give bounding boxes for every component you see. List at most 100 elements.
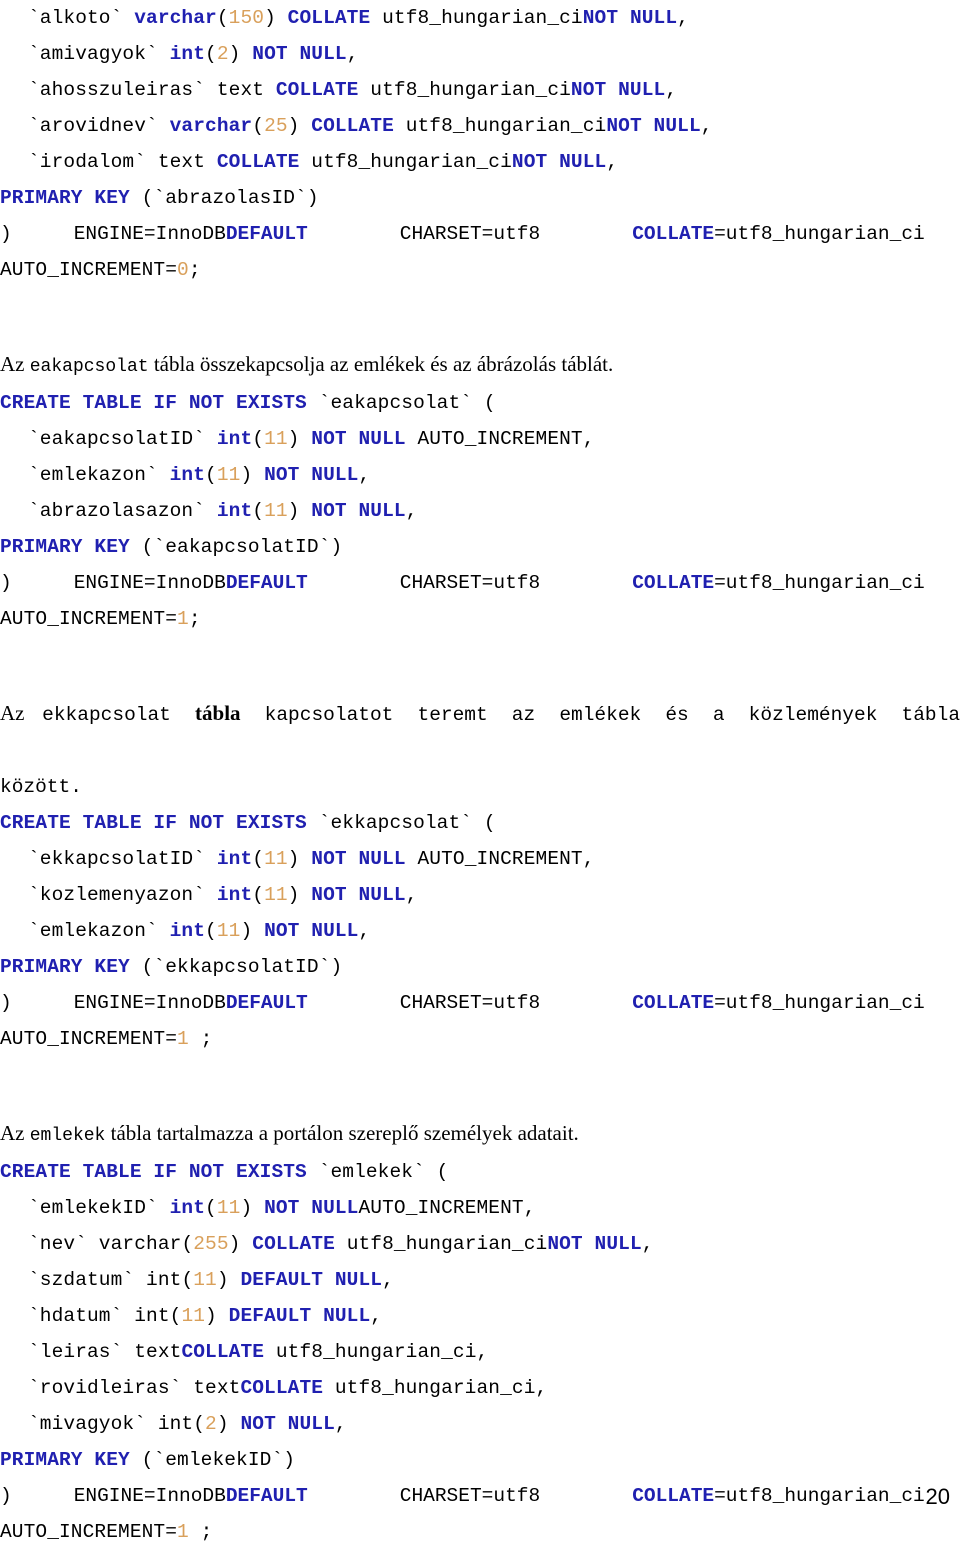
column-name: `leiras` text [28,1341,182,1363]
collate-keyword: COLLATE [632,1485,715,1507]
column-name: `nev` varchar [28,1233,182,1255]
auto-increment-label: AUTO_INCREMENT= [0,608,178,630]
column-name: `ekkapcsolatID` [28,848,217,870]
sql-line-eakapcsolatid: `eakapcsolatID` int(11) NOT NULL AUTO_IN… [0,421,960,457]
sql-type: int [216,848,253,870]
collate-keyword: COLLATE [632,223,715,245]
prose-prefix: Az [0,352,30,376]
primary-key-column: (`abrazolasID`) [129,187,319,209]
nullness-keyword: NOT NULL [264,920,359,942]
sql-type: int [216,500,253,522]
create-table-keyword: CREATE TABLE IF NOT EXISTS [0,1161,307,1183]
type-size: 11 [216,920,241,942]
sql-line-ekkapcsolatid: `ekkapcsolatID` int(11) NOT NULL AUTO_IN… [0,841,960,877]
sql-type: text [157,151,217,173]
comma: , [346,43,359,65]
default-keyword: DEFAULT [225,992,308,1014]
inline-code-table-name: eakapcsolat [29,357,149,377]
paren-close: ) [228,43,253,65]
sql-line-alkoto: `alkoto` varchar(150) COLLATE utf8_hunga… [0,0,960,36]
default-keyword: DEFAULT [225,1485,308,1507]
semicolon: ; [188,608,201,630]
comma: , [358,920,371,942]
charset-value: CHARSET=utf8 [399,572,541,594]
primary-key-keyword: PRIMARY KEY [0,1449,130,1471]
sql-type: int [216,428,253,450]
type-size: 11 [216,1197,241,1219]
sql-line-abrazolasazon: `abrazolasazon` int(11) NOT NULL, [0,493,960,529]
paren-close: ) [0,992,12,1014]
sql-line-rovidleiras: `rovidleiras` textCOLLATE utf8_hungarian… [0,1370,960,1406]
paragraph-eakapcsolat: Az eakapcsolat tábla összekapcsolja az e… [0,346,960,385]
default-keyword: DEFAULT [225,572,308,594]
prose-bold-word: tábla [195,701,241,725]
sql-line-irodalom: `irodalom` text COLLATE utf8_hungarian_c… [0,144,960,180]
charset-value: CHARSET=utf8 [399,223,541,245]
type-size: 11 [264,500,288,522]
comma: , [606,151,619,173]
collate-value: utf8_hungarian_ci, [264,1341,489,1363]
column-name: `amivagyok` [28,43,170,65]
collate-keyword: COLLATE [632,572,715,594]
paren-close: ) [287,848,312,870]
sql-line-nev: `nev` varchar(255) COLLATE utf8_hungaria… [0,1226,960,1262]
auto-increment-value: 1 [177,1028,189,1050]
comma: , [370,1305,383,1327]
sql-type: int [169,920,206,942]
collate-value: =utf8_hungarian_ci [714,1485,925,1507]
comma: , [405,884,418,906]
paren-close: ) [264,7,288,29]
engine-value: ENGINE=InnoDB [73,992,226,1014]
column-name: `emlekazon` [28,920,170,942]
collate-keyword: COLLATE [240,1377,324,1399]
paren-open: ( [216,7,229,29]
paren-close: ) [240,920,265,942]
paragraph-ekkapcsolat: Az ekkapcsolat tábla kapcsolatot teremt … [0,695,960,805]
prose-prefix: Az [0,701,43,725]
sql-line-emlekazon: `emlekazon` int(11) NOT NULL, [0,913,960,949]
paren-close: ) [216,1413,241,1435]
sql-line-emlekazon: `emlekazon` int(11) NOT NULL, [0,457,960,493]
prose-suffix: tábla tartalmazza a portálon szereplő sz… [105,1121,579,1145]
page-number: 20 [925,1484,950,1509]
sql-type: varchar [134,7,217,29]
sql-line-auto-increment: AUTO_INCREMENT=1; [0,601,960,637]
column-name: `rovidleiras` text [28,1377,241,1399]
collate-keyword: COLLATE [216,151,300,173]
table-name: `ekkapcsolat` ( [306,812,496,834]
nullness-keyword: NOT NULL [582,7,678,29]
sql-line-primary-key: PRIMARY KEY (`eakapcsolatID`) [0,529,960,565]
collate-value: utf8_hungarian_ci [299,151,512,173]
nullness-keyword: DEFAULT NULL [228,1305,371,1327]
paragraph-emlekek: Az emlekek tábla tartalmazza a portálon … [0,1115,960,1154]
comma: , [334,1413,347,1435]
auto-increment-flag: AUTO_INCREMENT, [405,428,595,450]
sql-line-create-ekkapcsolat: CREATE TABLE IF NOT EXISTS `ekkapcsolat`… [0,805,960,841]
paren-close: ) [287,428,312,450]
paren-close: ) [0,1485,12,1507]
engine-value: ENGINE=InnoDB [73,572,226,594]
type-size: 11 [264,884,288,906]
collate-value: utf8_hungarian_ci [358,79,571,101]
auto-increment-flag: AUTO_INCREMENT, [358,1197,536,1219]
nullness-keyword: NOT NULL [606,115,701,137]
primary-key-keyword: PRIMARY KEY [0,956,130,978]
primary-key-keyword: PRIMARY KEY [0,187,130,209]
comma: , [641,1233,654,1255]
paren-open: ( [252,115,265,137]
comma: , [382,1269,394,1291]
sql-line-hdatum: `hdatum` int(11) DEFAULT NULL, [0,1298,960,1334]
sql-line-szdatum: `szdatum` int(11) DEFAULT NULL, [0,1262,960,1298]
charset-value: CHARSET=utf8 [399,1485,541,1507]
paren-close: ) [205,1305,229,1327]
comma: , [358,464,371,486]
paren-close: ) [240,464,265,486]
sql-line-engine: ) ENGINE=InnoDBDEFAULT CHARSET=utf8 COLLATE… [0,985,960,1021]
column-name: `ahosszuleiras` [28,79,217,101]
nullness-keyword: NOT NULL [570,79,666,101]
paren-open: ( [193,1413,206,1435]
collate-value: utf8_hungarian_ci [393,115,607,137]
default-keyword: DEFAULT [225,223,308,245]
